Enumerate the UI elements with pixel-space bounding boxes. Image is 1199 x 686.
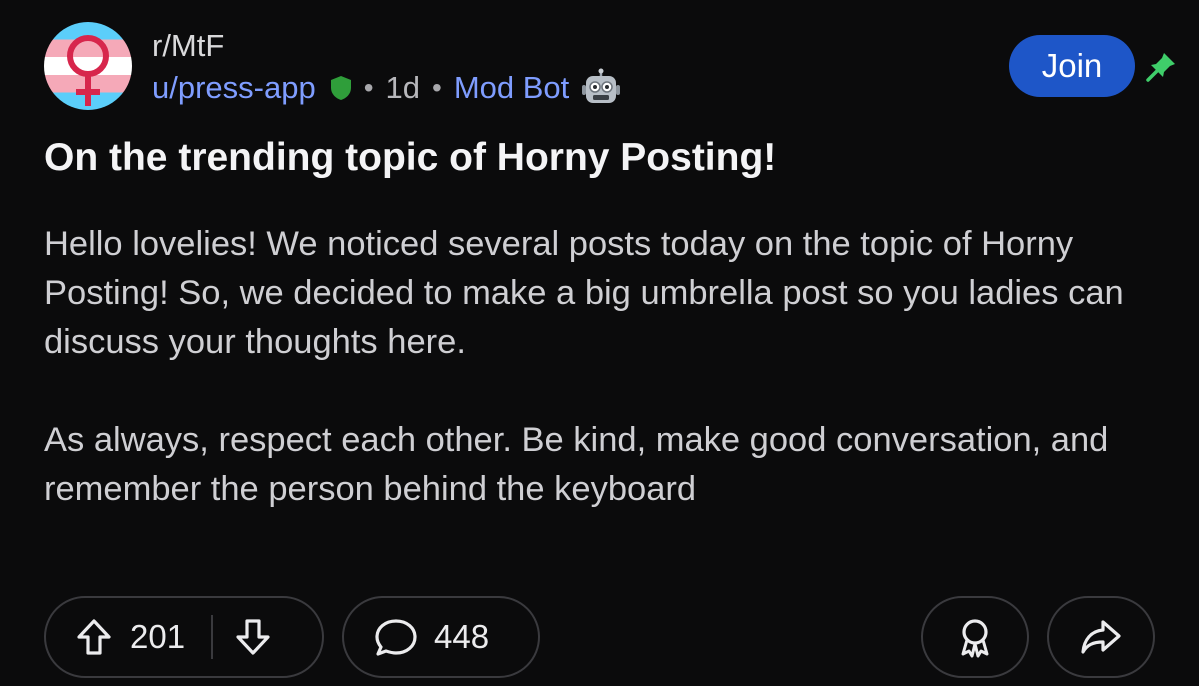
robot-icon xyxy=(582,68,621,103)
user-flair: Mod Bot xyxy=(453,70,570,105)
meta-separator: • xyxy=(432,72,442,103)
upvote-count: 201 xyxy=(130,618,186,655)
meta-separator: • xyxy=(363,72,374,103)
arrow-down-icon[interactable] xyxy=(235,618,271,656)
vote-bar: 201 xyxy=(44,596,324,678)
post-age: 1d xyxy=(385,70,421,105)
join-button[interactable]: Join xyxy=(1009,35,1135,97)
subreddit-avatar[interactable] xyxy=(44,22,132,110)
share-button[interactable] xyxy=(1047,596,1155,678)
comment-count: 448 xyxy=(434,618,490,655)
arrow-up-icon[interactable] xyxy=(76,618,112,656)
venus-symbol-icon xyxy=(67,35,109,106)
award-button[interactable] xyxy=(921,596,1029,678)
post-title[interactable]: On the trending topic of Horny Posting! xyxy=(44,136,1154,180)
share-arrow-icon xyxy=(1081,620,1121,654)
post-meta: u/press-app • 1d • Mod Bot xyxy=(152,68,621,108)
shield-icon xyxy=(330,76,351,100)
body-paragraph: As always, respect each other. Be kind, … xyxy=(44,421,1109,508)
author-link[interactable]: u/press-app xyxy=(152,70,316,106)
award-icon xyxy=(961,619,989,658)
pin-icon[interactable] xyxy=(1144,50,1178,84)
speech-bubble-icon xyxy=(375,619,417,656)
body-paragraph: Hello lovelies! We noticed several posts… xyxy=(44,225,1124,361)
comments-button[interactable]: 448 xyxy=(342,596,540,678)
subreddit-name[interactable]: r/MtF xyxy=(152,28,224,64)
vote-divider xyxy=(211,615,214,659)
post-body: Hello lovelies! We noticed several posts… xyxy=(44,220,1164,514)
